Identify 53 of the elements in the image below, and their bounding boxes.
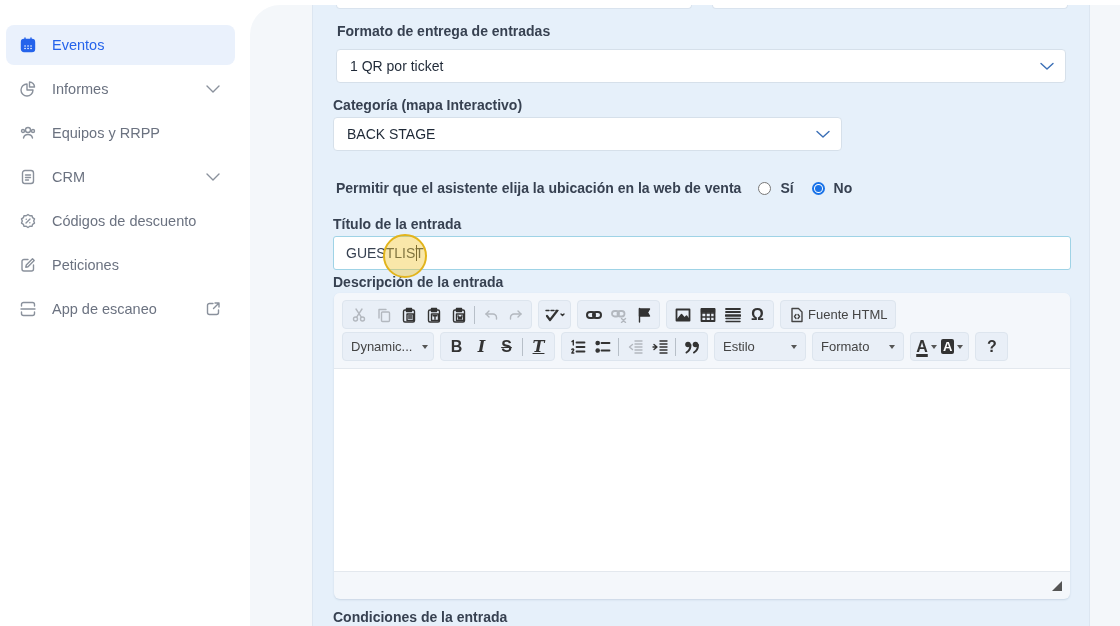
resize-grip-icon[interactable] — [1052, 580, 1062, 591]
field-label: Título de la entrada — [333, 216, 463, 232]
outdent-icon — [626, 338, 643, 355]
radio-label: No — [833, 180, 853, 196]
sidebar-item[interactable]: Códigos de descuento — [6, 201, 235, 241]
bullet-list-icon — [594, 338, 611, 355]
indent-icon — [651, 338, 668, 355]
field-label: Categoría (mapa Interactivo) — [333, 97, 524, 113]
source-button[interactable]: Fuente HTML — [784, 302, 893, 327]
horizontal-line-icon — [724, 306, 741, 323]
toolbar-button[interactable]: Ω — [745, 302, 770, 327]
style-dropdown[interactable]: Formato — [812, 332, 904, 361]
clipboard-icon — [450, 306, 467, 323]
sidebar-item[interactable]: Eventos — [6, 25, 235, 65]
source-file-icon — [789, 306, 805, 323]
remove-format-button[interactable]: T — [526, 334, 551, 359]
field-label: Descripción de la entrada — [333, 274, 505, 290]
delivery-format-dropdown[interactable]: 1 QR por ticket — [336, 49, 1066, 83]
category-dropdown[interactable]: BACK STAGE — [333, 117, 842, 151]
style-dropdown[interactable]: Dynamic... — [342, 332, 434, 361]
toolbar-button[interactable]: B — [444, 334, 469, 359]
sidebar-item[interactable]: Equipos y RRPP — [6, 113, 235, 153]
pie-chart-icon — [20, 81, 36, 97]
strikethrough-button[interactable]: S — [494, 334, 519, 359]
scissors-icon — [350, 306, 367, 323]
text-color-button[interactable]: A — [914, 334, 939, 359]
image-icon — [674, 306, 691, 323]
field-label: Formato de entrega de entradas — [337, 23, 552, 39]
external-link-icon — [205, 301, 221, 317]
style-dropdown[interactable]: Estilo — [714, 332, 806, 361]
scan-icon — [20, 301, 36, 317]
sidebar-item[interactable]: Peticiones — [6, 245, 235, 285]
numbered-list-icon — [569, 338, 586, 355]
edit-icon — [20, 257, 36, 273]
table-icon — [699, 306, 716, 323]
sidebar-item[interactable]: App de escaneo — [6, 289, 235, 329]
copy-icon — [375, 306, 392, 323]
radio-button[interactable] — [758, 181, 772, 195]
discount-badge-icon — [20, 213, 36, 229]
sidebar-item[interactable]: Informes — [6, 69, 235, 109]
sidebar-item[interactable]: CRM — [6, 157, 235, 197]
radio-button[interactable] — [811, 181, 825, 195]
calendar-icon — [20, 37, 36, 53]
italic-button[interactable]: I — [469, 334, 494, 359]
field-label: Condiciones de la entrada — [333, 609, 509, 625]
toolbar-button[interactable]: ? — [979, 334, 1005, 359]
radio-label: Sí — [780, 180, 794, 196]
people-icon — [20, 125, 36, 141]
background-color-button[interactable]: A — [939, 334, 966, 359]
document-icon — [20, 169, 36, 185]
field-label: Permitir que el asistente elija la ubicación en la web de venta — [336, 180, 742, 196]
clipboard-icon — [400, 306, 417, 323]
clipboard-icon — [425, 306, 442, 323]
